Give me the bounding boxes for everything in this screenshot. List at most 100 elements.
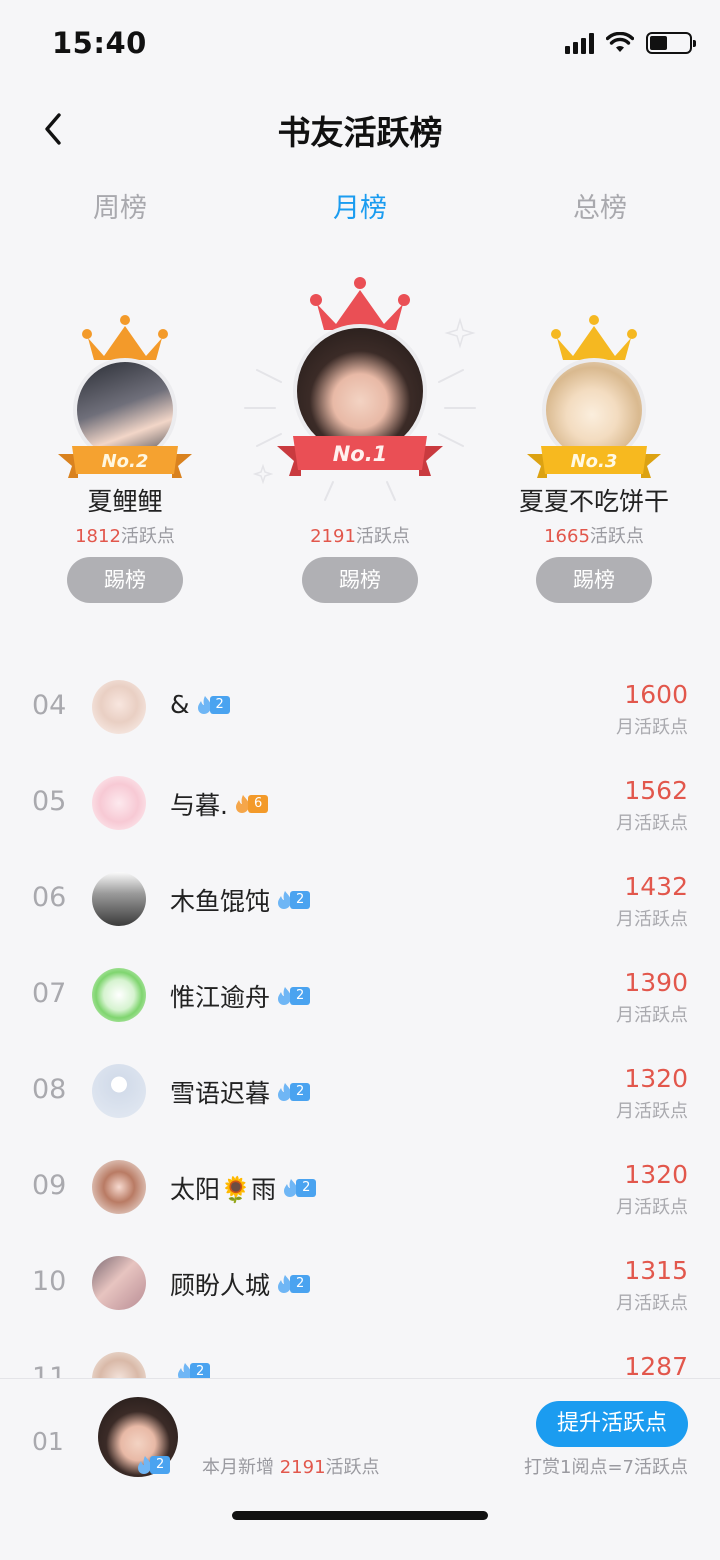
rank-number: 05 xyxy=(32,786,67,817)
score-value: 1600 xyxy=(624,680,688,709)
rank-number: 04 xyxy=(32,690,67,721)
kick-button[interactable]: 踢榜 xyxy=(67,557,183,603)
user-name-text: 与暮. xyxy=(170,791,228,820)
kick-button[interactable]: 踢榜 xyxy=(536,557,652,603)
score-value: 1320 xyxy=(624,1064,688,1093)
list-item[interactable]: 07 惟江逾舟 2 1390 月活跃点 xyxy=(0,948,720,1044)
user-name-text: 惟江逾舟 xyxy=(170,983,271,1012)
score: 1562 月活跃点 xyxy=(616,776,688,835)
list-item[interactable]: 04 & 2 1600 月活跃点 xyxy=(0,660,720,756)
tab-total[interactable]: 总榜 xyxy=(530,186,670,225)
crown-icon xyxy=(82,315,168,360)
list-item[interactable]: 06 木鱼馄饨 2 1432 月活跃点 xyxy=(0,852,720,948)
avatar[interactable] xyxy=(92,1160,146,1214)
level-badge: 2 xyxy=(276,1082,311,1102)
podium-name[interactable]: 夏鲤鲤 xyxy=(55,482,195,518)
user-name[interactable]: 顾盼人城 2 xyxy=(170,1266,311,1302)
kick-button[interactable]: 踢榜 xyxy=(302,557,418,603)
user-name-text: 木鱼馄饨 xyxy=(170,887,271,916)
user-name[interactable]: 与暮. 6 xyxy=(170,786,269,822)
podium-first: No.1 2191活跃点 踢榜 xyxy=(277,270,443,610)
tab-monthly[interactable]: 月榜 xyxy=(290,186,430,225)
avatar[interactable] xyxy=(92,776,146,830)
boost-activity-button[interactable]: 提升活跃点 xyxy=(536,1401,688,1447)
rank-number: 08 xyxy=(32,1074,67,1105)
list-item[interactable]: 09 太阳🌻雨 2 1320 月活跃点 xyxy=(0,1140,720,1236)
score-unit: 月活跃点 xyxy=(616,1101,688,1122)
rank-number: 09 xyxy=(32,1170,67,1201)
avatar[interactable] xyxy=(92,1256,146,1310)
score-value: 1315 xyxy=(624,1256,688,1285)
avatar[interactable] xyxy=(92,680,146,734)
podium-points: 1812活跃点 xyxy=(75,526,175,547)
page-title: 书友活跃榜 xyxy=(277,113,443,152)
user-name-text: 顾盼人城 xyxy=(170,1271,271,1300)
score-unit: 月活跃点 xyxy=(616,717,688,738)
score-unit: 月活跃点 xyxy=(616,909,688,930)
level-badge: 2 xyxy=(276,1274,311,1294)
level-badge: 6 xyxy=(234,794,269,814)
rank-ribbon: No.3 xyxy=(527,446,661,478)
podium-points: 2191活跃点 xyxy=(310,526,410,547)
score-value: 1320 xyxy=(624,1160,688,1189)
score: 1315 月活跃点 xyxy=(616,1256,688,1315)
user-name[interactable]: 太阳🌻雨 2 xyxy=(170,1170,317,1206)
rank-number: 07 xyxy=(32,978,67,1009)
score-unit: 月活跃点 xyxy=(616,1005,688,1026)
my-rank: 01 xyxy=(32,1427,64,1456)
score: 1390 月活跃点 xyxy=(616,968,688,1027)
list-item[interactable]: 10 顾盼人城 2 1315 月活跃点 xyxy=(0,1236,720,1332)
score: 1320 月活跃点 xyxy=(616,1160,688,1219)
level-badge: 2 xyxy=(136,1455,171,1475)
my-rank-bar: 01 2 本月新增 2191活跃点 提升活跃点 打赏1阅点=7活跃点 xyxy=(0,1378,720,1560)
wifi-icon xyxy=(606,32,634,52)
rank-ribbon: No.1 xyxy=(277,436,443,476)
user-name-text: & xyxy=(170,690,190,719)
rank-ribbon: No.2 xyxy=(58,446,192,478)
rank-number: 10 xyxy=(32,1266,67,1297)
score: 1320 月活跃点 xyxy=(616,1064,688,1123)
tab-weekly[interactable]: 周榜 xyxy=(50,186,190,225)
podium-points: 1665活跃点 xyxy=(544,526,644,547)
user-name[interactable]: 雪语迟暮 2 xyxy=(170,1074,311,1110)
score-unit: 月活跃点 xyxy=(616,813,688,834)
nav-bar: 书友活跃榜 xyxy=(0,92,720,164)
list-item[interactable]: 05 与暮. 6 1562 月活跃点 xyxy=(0,756,720,852)
user-name-text: 太阳🌻雨 xyxy=(170,1175,277,1204)
avatar[interactable] xyxy=(92,872,146,926)
podium-second: No.2 夏鲤鲤 1812活跃点 踢榜 xyxy=(55,270,195,610)
avatar[interactable] xyxy=(92,968,146,1022)
user-name[interactable]: 惟江逾舟 2 xyxy=(170,978,311,1014)
score-value: 1287 xyxy=(624,1352,688,1381)
score: 1432 月活跃点 xyxy=(616,872,688,931)
score-unit: 月活跃点 xyxy=(616,1293,688,1314)
status-icons xyxy=(565,32,696,54)
home-indicator xyxy=(232,1511,488,1520)
podium-name[interactable]: 夏夏不吃饼干 xyxy=(504,482,684,518)
rank-ribbon-label: No.3 xyxy=(571,451,618,472)
status-time: 15:40 xyxy=(52,26,147,60)
ranking-tabs: 周榜 月榜 总榜 xyxy=(0,186,720,236)
battery-icon xyxy=(646,32,696,54)
list-item[interactable]: 08 雪语迟暮 2 1320 月活跃点 xyxy=(0,1044,720,1140)
level-badge: 2 xyxy=(282,1178,317,1198)
reward-note: 打赏1阅点=7活跃点 xyxy=(524,1457,688,1478)
level-badge: 2 xyxy=(276,986,311,1006)
level-badge: 2 xyxy=(276,890,311,910)
status-bar: 15:40 xyxy=(0,0,720,88)
user-name[interactable]: 木鱼馄饨 2 xyxy=(170,882,311,918)
my-monthly-points: 本月新增 2191活跃点 xyxy=(202,1457,380,1478)
score-value: 1432 xyxy=(624,872,688,901)
level-badge: 2 xyxy=(196,695,230,715)
podium: No.2 夏鲤鲤 1812活跃点 踢榜 No.1 2191活跃点 踢榜 No.3… xyxy=(0,270,720,610)
user-name-text: 雪语迟暮 xyxy=(170,1079,271,1108)
podium-third: No.3 夏夏不吃饼干 1665活跃点 踢榜 xyxy=(504,270,684,610)
rank-number: 06 xyxy=(32,882,67,913)
user-name[interactable]: & 2 xyxy=(170,690,230,719)
cellular-signal-icon xyxy=(565,32,594,54)
avatar[interactable] xyxy=(92,1064,146,1118)
score-unit: 月活跃点 xyxy=(616,1197,688,1218)
crown-icon xyxy=(551,315,637,360)
score: 1600 月活跃点 xyxy=(616,680,688,739)
rank-ribbon-label: No.1 xyxy=(333,442,388,466)
